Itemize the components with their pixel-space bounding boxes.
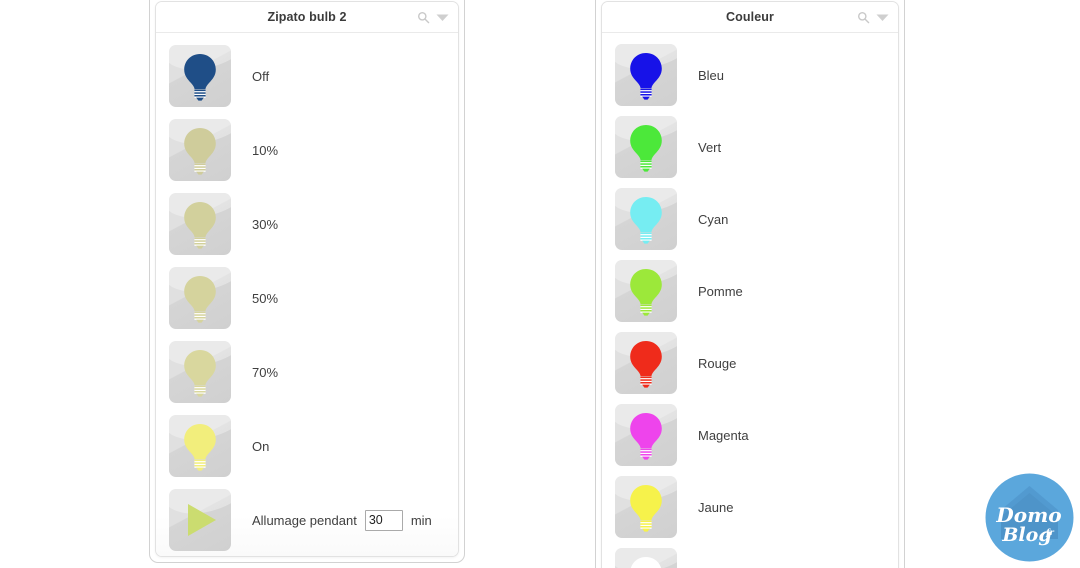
bulb-button[interactable] <box>615 260 677 322</box>
list-item-label: 50% <box>252 290 279 306</box>
list-item[interactable]: Vert <box>602 111 898 183</box>
list-item-label: On <box>252 438 270 454</box>
timer-unit-label: min <box>410 512 432 528</box>
list-item-label: Rouge <box>698 355 737 371</box>
list-item-label: Vert <box>698 139 722 155</box>
bulb-icon <box>630 269 662 316</box>
widget-header-couleur: Couleur <box>602 2 898 33</box>
timer-prefix-label: Allumage pendant <box>252 512 357 528</box>
list-item[interactable] <box>602 543 898 568</box>
logo-line-2: Blog <box>1001 524 1051 546</box>
bulb-button[interactable] <box>615 116 677 178</box>
list-item[interactable]: Pomme <box>602 255 898 327</box>
chevron-down-icon[interactable] <box>436 13 449 22</box>
bulb-button[interactable] <box>169 45 231 107</box>
bulb-icon <box>184 276 216 323</box>
list-item-label: Magenta <box>698 427 749 443</box>
list-item[interactable]: Cyan <box>602 183 898 255</box>
domoblog-logo: Domo Blog fr <box>985 473 1074 562</box>
widget-card-couleur: Couleur Bleu Vert Cyan Pomme Rouge Magen… <box>601 1 899 568</box>
list-item[interactable]: Magenta <box>602 399 898 471</box>
bulb-icon <box>184 202 216 249</box>
list-item[interactable]: 50% <box>156 261 458 335</box>
play-icon <box>188 504 216 536</box>
list-item-label: 10% <box>252 142 279 158</box>
widget-header-zipato-bulb-2: Zipato bulb 2 <box>156 2 458 33</box>
logo-line-1: Domo <box>995 503 1061 527</box>
list-item[interactable]: Jaune <box>602 471 898 543</box>
bulb-icon <box>184 424 216 471</box>
header-tools <box>857 2 889 33</box>
bulb-button[interactable] <box>169 341 231 403</box>
timer-row[interactable]: Allumage pendant min <box>156 483 458 556</box>
list-item[interactable]: Bleu <box>602 39 898 111</box>
widget-title: Couleur <box>726 10 774 24</box>
bulb-button[interactable] <box>615 332 677 394</box>
widget-card-zipato-bulb-2: Zipato bulb 2 Off 10% 30% 50% 70% On All… <box>155 1 459 557</box>
search-icon[interactable] <box>417 11 430 24</box>
bulb-icon <box>630 341 662 388</box>
play-button[interactable] <box>169 489 231 551</box>
chevron-down-icon[interactable] <box>876 13 889 22</box>
list-item[interactable]: Off <box>156 39 458 113</box>
list-item[interactable]: 10% <box>156 113 458 187</box>
widget-frame-couleur: Couleur Bleu Vert Cyan Pomme Rouge Magen… <box>595 0 905 568</box>
widget-frame-zipato-bulb-2: Zipato bulb 2 Off 10% 30% 50% 70% On All… <box>149 0 465 563</box>
screen: Zipato bulb 2 Off 10% 30% 50% 70% On All… <box>0 0 1080 568</box>
bulb-icon <box>630 197 662 244</box>
widget-title: Zipato bulb 2 <box>267 10 347 24</box>
bulb-button[interactable] <box>169 193 231 255</box>
bulb-button[interactable] <box>615 404 677 466</box>
list-item[interactable]: 30% <box>156 187 458 261</box>
bulb-icon <box>630 557 662 568</box>
list-item-label: Cyan <box>698 211 729 227</box>
bulb-icon <box>630 485 662 532</box>
list-item-label: Pomme <box>698 283 743 299</box>
bulb-button[interactable] <box>615 476 677 538</box>
bulb-button[interactable] <box>615 548 677 568</box>
list-item-label: Off <box>252 68 270 84</box>
list-item[interactable]: 70% <box>156 335 458 409</box>
bulb-button[interactable] <box>169 415 231 477</box>
list-item[interactable]: On <box>156 409 458 483</box>
list-item-label: 30% <box>252 216 279 232</box>
list-item[interactable]: Rouge <box>602 327 898 399</box>
widget-body-couleur: Bleu Vert Cyan Pomme Rouge Magenta Jaune <box>602 33 898 568</box>
bulb-button[interactable] <box>169 267 231 329</box>
bulb-button[interactable] <box>615 44 677 106</box>
bulb-icon <box>630 53 662 100</box>
bulb-icon <box>184 128 216 175</box>
widget-body-zipato-bulb-2: Off 10% 30% 50% 70% On Allumage pendant … <box>156 33 458 556</box>
bulb-button[interactable] <box>615 188 677 250</box>
bulb-icon <box>630 125 662 172</box>
search-icon[interactable] <box>857 11 870 24</box>
header-tools <box>417 2 449 33</box>
bulb-icon <box>184 54 216 101</box>
logo-suffix: fr <box>1045 527 1054 537</box>
bulb-icon <box>184 350 216 397</box>
bulb-icon <box>630 413 662 460</box>
list-item-label: 70% <box>252 364 279 380</box>
timer-minutes-input[interactable] <box>364 509 403 531</box>
timer-controls: Allumage pendant min <box>252 509 432 531</box>
list-item-label: Bleu <box>698 67 725 83</box>
bulb-button[interactable] <box>169 119 231 181</box>
list-item-label: Jaune <box>698 499 734 515</box>
